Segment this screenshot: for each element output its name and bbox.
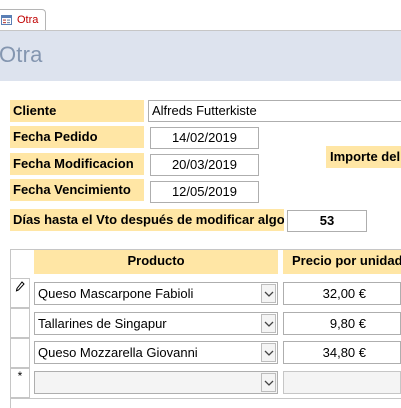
form-icon bbox=[1, 15, 12, 25]
cliente-label: Cliente bbox=[10, 100, 144, 122]
fecha-modificacion-label: Fecha Modificacion bbox=[10, 153, 144, 175]
tab-otra[interactable]: Otra bbox=[0, 9, 46, 30]
producto-value: Queso Mozzarella Giovanni bbox=[38, 345, 198, 360]
cliente-field[interactable]: Alfreds Futterkiste bbox=[148, 100, 401, 122]
form-header: Otra bbox=[0, 31, 401, 81]
column-header-precio[interactable]: Precio por unidad bbox=[283, 250, 401, 274]
fecha-pedido-field[interactable]: 14/02/2019 bbox=[150, 127, 259, 149]
dias-vto-label: Días hasta el Vto después de modificar a… bbox=[10, 209, 284, 231]
row-selector[interactable] bbox=[10, 308, 30, 338]
chevron-down-icon bbox=[264, 380, 274, 386]
chevron-down-icon bbox=[264, 321, 274, 327]
new-precio-field[interactable] bbox=[283, 371, 401, 394]
dropdown-button[interactable] bbox=[261, 343, 276, 362]
column-header-producto[interactable]: Producto bbox=[34, 250, 278, 274]
importe-label: Importe del bbox=[326, 146, 401, 168]
producto-combo[interactable]: Queso Mozzarella Giovanni bbox=[34, 341, 278, 364]
row-selector[interactable] bbox=[10, 338, 30, 368]
fecha-vencimiento-label: Fecha Vencimiento bbox=[10, 179, 144, 201]
dias-vto-field[interactable]: 53 bbox=[287, 210, 367, 232]
producto-value: Tallarines de Singapur bbox=[38, 316, 167, 331]
precio-field[interactable]: 32,00 € bbox=[283, 282, 401, 305]
dropdown-button[interactable] bbox=[261, 373, 276, 392]
pencil-icon bbox=[15, 281, 25, 292]
subform-row-divider bbox=[10, 398, 401, 399]
chevron-down-icon bbox=[264, 291, 274, 297]
dropdown-button[interactable] bbox=[261, 314, 276, 333]
document-tab-strip: Otra bbox=[0, 0, 401, 31]
precio-field[interactable]: 9,80 € bbox=[283, 312, 401, 335]
producto-combo[interactable]: Queso Mascarpone Fabioli bbox=[34, 282, 278, 305]
new-row-selector[interactable]: * bbox=[10, 368, 30, 398]
form-title: Otra bbox=[0, 42, 43, 67]
tab-label: Otra bbox=[17, 14, 39, 26]
fecha-modificacion-field[interactable]: 20/03/2019 bbox=[150, 154, 259, 176]
precio-field[interactable]: 34,80 € bbox=[283, 341, 401, 364]
fecha-vencimiento-field[interactable]: 12/05/2019 bbox=[150, 181, 259, 203]
fecha-pedido-label: Fecha Pedido bbox=[10, 126, 144, 148]
new-record-marker: * bbox=[17, 369, 23, 383]
producto-value: Queso Mascarpone Fabioli bbox=[38, 286, 194, 301]
producto-combo[interactable]: Tallarines de Singapur bbox=[34, 312, 278, 335]
chevron-down-icon bbox=[264, 350, 274, 356]
new-producto-combo[interactable] bbox=[34, 371, 278, 394]
row-selector[interactable] bbox=[10, 278, 30, 308]
dropdown-button[interactable] bbox=[261, 284, 276, 303]
